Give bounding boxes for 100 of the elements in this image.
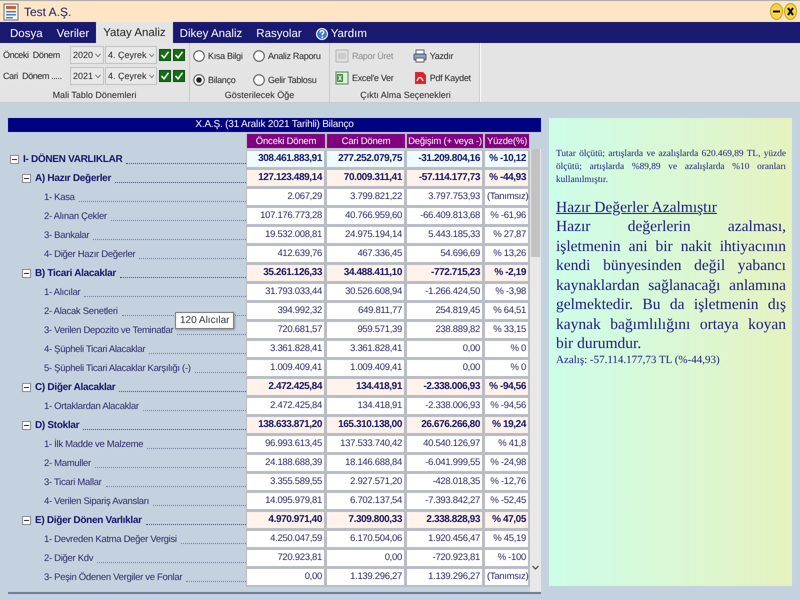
table-cell: % -10,12	[484, 150, 530, 169]
row-label: 2- Alınan Çekler	[44, 211, 107, 222]
table-cell: 127.123.489,14	[246, 169, 326, 188]
menu-tab[interactable]: Dikey Analiz	[172, 24, 250, 43]
row-label: 2- Alacak Senetleri	[44, 306, 118, 317]
table-cell: 2.338.828,93	[406, 511, 484, 530]
table-cell: % 33,15	[484, 321, 530, 340]
table-cell: 5.443.185,33	[406, 226, 484, 245]
menu-tab[interactable]: Yatay Analiz	[96, 22, 173, 43]
checkbox[interactable]	[173, 49, 185, 61]
table-cell: % -100	[484, 549, 530, 568]
table-cell: 254.819,45	[406, 302, 484, 321]
row-label: 2- Diğer Kdv	[44, 553, 94, 564]
table-cell: 277.252.079,75	[326, 150, 406, 169]
table-cell: % -52,45	[484, 492, 530, 511]
collapse-icon[interactable]	[22, 174, 31, 183]
collapse-icon[interactable]	[10, 155, 19, 164]
table-cell: 34.488.411,10	[326, 264, 406, 283]
table-title: X.A.Ş. (31 Aralık 2021 Tarihli) Bilanço	[8, 118, 541, 132]
table-cell: 70.009.311,41	[326, 169, 406, 188]
app-icon	[3, 2, 19, 20]
collapse-icon[interactable]	[22, 421, 31, 430]
checkbox[interactable]	[173, 70, 185, 82]
row-label: 1- Kasa	[44, 192, 75, 203]
row-label: B) Ticari Alacaklar	[35, 268, 116, 279]
table-cell: % -94,56	[484, 397, 530, 416]
table-cell: % -12,76	[484, 473, 530, 492]
table-cell: 308.461.883,91	[246, 150, 326, 169]
table-cell: 720.923,81	[246, 549, 326, 568]
table-cell: % 0	[484, 359, 530, 378]
table-cell: % -61,96	[484, 207, 530, 226]
table-cell: 24.975.194,14	[326, 226, 406, 245]
caret-icon	[148, 52, 154, 58]
pdf-file-icon	[412, 71, 427, 85]
table-cell: 7.309.800,33	[326, 511, 406, 530]
close-icon[interactable]	[784, 3, 797, 20]
note-text: Tutar ölçütü; artışlarda ve azalışlarda 620.469,89 TL, yüzde ölçütü; artışlarda %89,89 ve azalışlarda %10 oranları kullanılmıştır.	[556, 148, 786, 187]
caret-icon	[95, 74, 101, 78]
column-header: Değişim (+ veya -)	[406, 133, 484, 149]
table-cell: 96.993.613,45	[246, 435, 326, 454]
table-cell: % 13,26	[484, 245, 530, 264]
checkbox[interactable]	[159, 49, 171, 61]
table-cell: % 45,19	[484, 530, 530, 549]
table-cell: 2.067,29	[246, 188, 326, 207]
table-cell: 2.927.571,20	[326, 473, 406, 492]
collapse-icon[interactable]	[22, 269, 31, 278]
table-cell: 1.009.409,41	[326, 359, 406, 378]
table-cell: % -24,98	[484, 454, 530, 473]
year-select[interactable]: 2020	[70, 46, 104, 64]
row-label: I- DÖNEN VARLIKLAR	[23, 154, 122, 165]
table-cell: 26.676.266,80	[406, 416, 484, 435]
row-label: C) Diğer Alacaklar	[35, 382, 116, 393]
tooltip: 120 Alıcılar	[175, 312, 234, 329]
table-cell: 30.526.608,94	[326, 283, 406, 302]
table-cell: 959.571,39	[326, 321, 406, 340]
table-cell: 1.139.296,27	[326, 568, 406, 587]
menu-tab[interactable]: Veriler	[50, 24, 96, 43]
radio-option[interactable]: Gelir Tablosu	[252, 72, 326, 88]
row-label: 3- Bankalar	[44, 230, 90, 241]
table-cell: 0,00	[406, 359, 484, 378]
table-cell: 3.361.828,41	[326, 340, 406, 359]
quarter-select[interactable]: 4. Çeyrek	[105, 67, 157, 85]
row-label: 3- Verilen Depozito ve Teminatlar	[44, 325, 174, 336]
table-cell: 649.811,77	[326, 302, 406, 321]
table-cell: 6.702.137,54	[326, 492, 406, 511]
column-header: Cari Dönem	[326, 133, 406, 149]
table-cell: % 47,05	[484, 511, 530, 530]
table-cell: -2.338.006,93	[406, 378, 484, 397]
row-label: 3- Ticari Mallar	[44, 477, 102, 488]
row-label: 1- Ortaklardan Alacaklar	[44, 401, 139, 412]
row-label: 3- Peşin Ödenen Vergiler ve Fonlar	[44, 572, 182, 583]
table-cell: 134.418,91	[326, 378, 406, 397]
collapse-icon[interactable]	[22, 383, 31, 392]
minimize-icon[interactable]	[770, 3, 783, 20]
table-cell: 35.261.126,33	[246, 264, 326, 283]
table-cell: -6.041.999,55	[406, 454, 484, 473]
table-cell: 40.540.126,97	[406, 435, 484, 454]
toolbar-button[interactable]: Pdf Kaydet	[412, 70, 476, 86]
collapse-icon[interactable]	[22, 516, 31, 525]
table-cell: 0,00	[246, 568, 326, 587]
table-cell: (Tanımsız)	[484, 188, 530, 207]
year-select[interactable]: 2021	[70, 67, 104, 85]
table-cell: -720.923,81	[406, 549, 484, 568]
table-cell: -57.114.177,73	[406, 169, 484, 188]
table-cell: -31.209.804,16	[406, 150, 484, 169]
row-label: 1- İlk Madde ve Malzeme	[44, 439, 144, 450]
checkbox[interactable]	[159, 70, 171, 82]
table-cell: % 27,87	[484, 226, 530, 245]
table-cell: 3.355.589,55	[246, 473, 326, 492]
toolbar-button[interactable]: Yazdır	[412, 48, 476, 64]
radio-option[interactable]: Analiz Raporu	[252, 48, 326, 64]
menu-tab[interactable]: Yardım	[308, 24, 374, 43]
table-cell: 467.336,45	[326, 245, 406, 264]
toolbar-button[interactable]: Excel'e Ver	[335, 70, 399, 86]
table-cell: % -44,93	[484, 169, 530, 188]
radio-option[interactable]: Bilanço	[193, 72, 248, 88]
menu-tab[interactable]: Dosya	[3, 24, 50, 43]
quarter-select[interactable]: 4. Çeyrek	[105, 46, 157, 64]
menu-tab[interactable]: Rasyolar	[249, 24, 309, 43]
radio-option[interactable]: Kısa Bilgi	[193, 48, 248, 64]
